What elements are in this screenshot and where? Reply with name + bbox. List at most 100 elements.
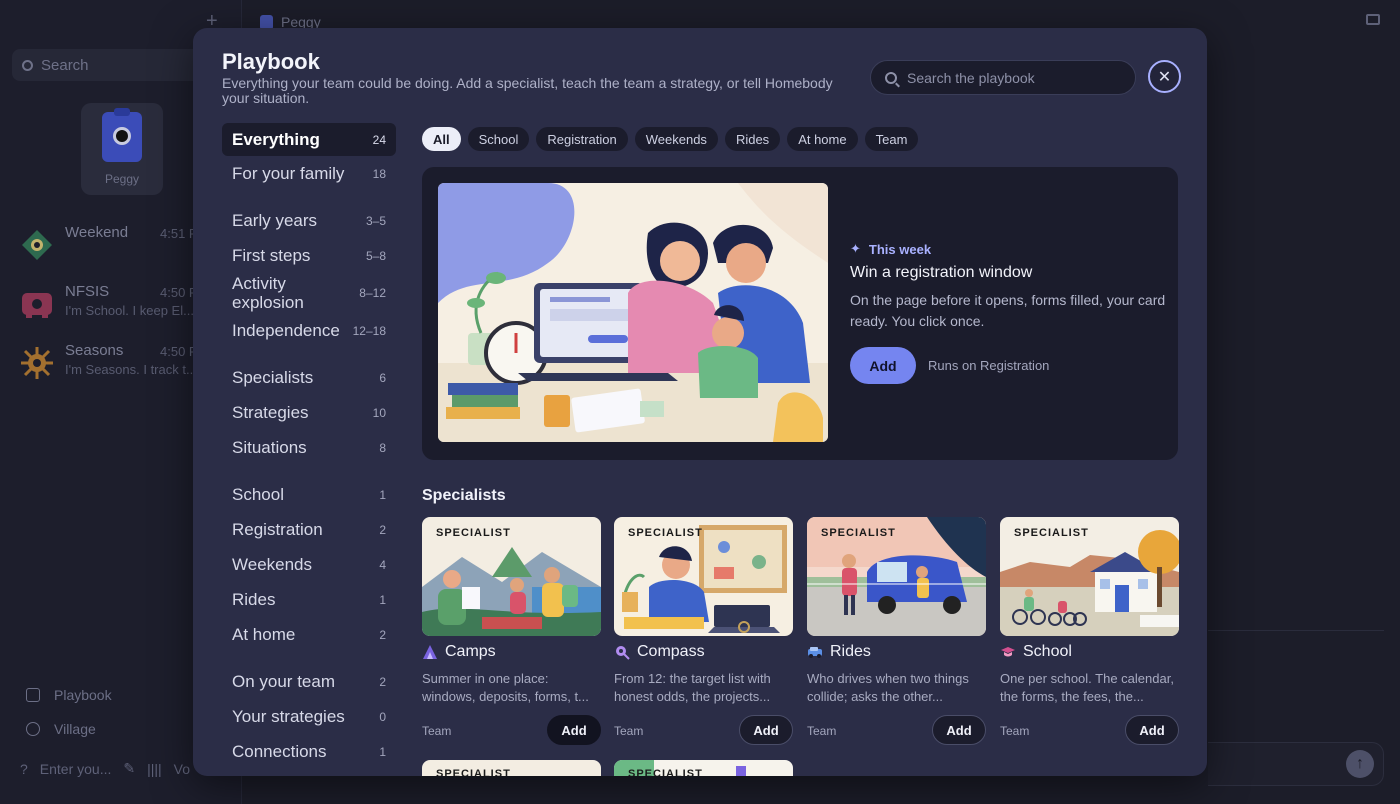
search-icon: [885, 71, 897, 84]
nav-item-on-your-team[interactable]: On your team 2: [222, 664, 396, 699]
nav-item-strategies[interactable]: Strategies 10: [222, 395, 396, 430]
nav-item-label: Weekends: [232, 554, 313, 574]
chat-name: Seasons: [65, 342, 124, 359]
hero-runs-on: Runs on Registration: [928, 358, 1050, 373]
nav-item-weekends[interactable]: Weekends 4: [222, 547, 396, 582]
chat-preview: I'm School. I keep El...: [65, 303, 194, 318]
nav-item-connections[interactable]: Connections 1: [222, 734, 396, 769]
nav-item-label: On your team: [232, 671, 335, 691]
chat-time: 4:50 P: [160, 285, 198, 300]
nav-item-rides[interactable]: Rides 1: [222, 582, 396, 617]
compose-bar[interactable]: ? Enter you... ✎ |||| Vo: [20, 760, 190, 777]
section-title: Specialists: [422, 487, 506, 504]
add-rides-button[interactable]: Add: [932, 715, 986, 745]
chat-item[interactable]: NFSIS 4:50 P I'm School. I keep El...: [20, 283, 220, 329]
pinned-agent-card[interactable]: Peggy: [81, 103, 163, 195]
nav-item-activity-explosion[interactable]: Activity explosion 8–12: [222, 273, 396, 313]
nav-item-count: 2: [379, 674, 386, 689]
add-compass-button[interactable]: Add: [739, 715, 793, 745]
seasons-sun-avatar-icon: [20, 346, 54, 380]
playbook-modal: Playbook Everything your team could be d…: [193, 28, 1207, 776]
playbook-search-input[interactable]: [907, 69, 1117, 86]
specialist-card-peek[interactable]: SPECIALIST: [614, 760, 793, 776]
compose-placeholder: Enter you...: [39, 760, 112, 777]
card-category: Team: [422, 724, 452, 738]
nav-item-everything[interactable]: Everything 24: [222, 123, 396, 156]
voice-wave-icon[interactable]: ||||: [147, 761, 162, 777]
sparkle-icon: ✦: [850, 241, 861, 256]
nav-item-early-years[interactable]: Early years 3–5: [222, 203, 396, 238]
nav-item-for-your-family[interactable]: For your family 18: [222, 156, 396, 191]
edit-icon[interactable]: ✎: [123, 760, 135, 777]
clipboard-icon: [102, 108, 142, 162]
filter-chip-at-home[interactable]: At home: [787, 127, 858, 151]
rides-illustration: SPECIALIST: [807, 517, 986, 636]
specialist-card-camps[interactable]: SPECIALIST Camps Summer in one place: wi…: [422, 517, 601, 749]
nav-item-your-strategies[interactable]: Your strategies 0: [222, 699, 396, 734]
hero-add-button[interactable]: Add: [850, 347, 916, 384]
filter-chip-team[interactable]: Team: [864, 127, 919, 151]
filter-chips: All School Registration Weekends Rides At hom…: [422, 127, 919, 151]
close-button[interactable]: ✕: [1148, 60, 1181, 93]
nav-item-at-home[interactable]: At home 2: [222, 617, 396, 652]
nav-item-count: 8: [379, 440, 386, 455]
chat-item[interactable]: Seasons 4:50 P I'm Seasons. I track t...: [20, 342, 220, 388]
nav-item-count: 2: [379, 522, 386, 537]
specialist-card-school[interactable]: SPECIALIST School One per school. The ca…: [1000, 517, 1179, 749]
filter-chip-all[interactable]: All: [422, 127, 461, 151]
chat-time: 4:50 P: [160, 344, 198, 359]
sidebar-item-playbook[interactable]: Playbook: [26, 687, 112, 703]
chat-item[interactable]: Weekend 4:51 P: [20, 224, 220, 270]
hero-title: Win a registration window: [850, 264, 1033, 281]
nav-item-count: 12–18: [352, 323, 386, 338]
specialist-card-compass[interactable]: SPECIALIST Compass From 12: the target l…: [614, 517, 793, 749]
playbook-search[interactable]: [870, 60, 1136, 95]
book-icon: [26, 688, 40, 702]
card-title-row: School: [1000, 643, 1072, 661]
nav-item-label: Connections: [232, 741, 327, 761]
send-arrow-icon[interactable]: ↑: [1346, 750, 1374, 778]
filter-chip-school[interactable]: School: [467, 127, 530, 151]
chat-time: 4:51 P: [160, 226, 198, 241]
card-title: Rides: [830, 643, 871, 660]
nav-divider: [222, 465, 396, 477]
monitor-icon[interactable]: [1366, 14, 1380, 25]
chat-name: Weekend: [65, 224, 129, 241]
specialist-card-rides[interactable]: SPECIALIST Rides Who drives when two thi…: [807, 517, 986, 749]
card-badge: SPECIALIST: [628, 768, 703, 776]
add-camps-button[interactable]: Add: [547, 715, 601, 745]
filter-chip-weekends[interactable]: Weekends: [634, 127, 718, 151]
nav-item-label: School: [232, 484, 284, 504]
nav-item-count: 24: [372, 132, 386, 147]
card-title: School: [1023, 643, 1072, 660]
nav-item-count: 1: [379, 592, 386, 607]
nav-item-label: Specialists: [232, 367, 314, 387]
nav-item-school[interactable]: School 1: [222, 477, 396, 512]
help-icon[interactable]: ?: [20, 761, 28, 777]
sidebar-item-village[interactable]: Village: [26, 721, 96, 737]
nav-item-label: Strategies: [232, 402, 309, 422]
add-school-button[interactable]: Add: [1125, 715, 1179, 745]
nav-item-count: 6: [379, 370, 386, 385]
nav-item-independence[interactable]: Independence 12–18: [222, 313, 396, 348]
graduation-cap-icon: [1000, 644, 1016, 660]
nav-item-count: 1: [379, 744, 386, 759]
nfsis-avatar-icon: [20, 287, 54, 321]
filter-chip-registration[interactable]: Registration: [536, 127, 628, 151]
filter-chip-rides[interactable]: Rides: [724, 127, 781, 151]
nav-item-count: 10: [372, 405, 386, 420]
nav-item-first-steps[interactable]: First steps 5–8: [222, 238, 396, 273]
nav-item-count: 4: [379, 557, 386, 572]
close-icon: ✕: [1157, 68, 1172, 86]
nav-item-registration[interactable]: Registration 2: [222, 512, 396, 547]
search-icon: [22, 59, 33, 71]
card-category: Team: [614, 724, 644, 738]
nav-item-specialists[interactable]: Specialists 6: [222, 360, 396, 395]
sidebar-search[interactable]: Search: [12, 49, 202, 81]
voice-label: Vo: [173, 760, 191, 777]
card-description: Who drives when two things collide; asks…: [807, 671, 969, 704]
card-title-row: Rides: [807, 643, 871, 661]
specialist-card-peek[interactable]: SPECIALIST: [422, 760, 601, 776]
nav-item-situations[interactable]: Situations 8: [222, 430, 396, 465]
card-description: Summer in one place: windows, deposits, …: [422, 671, 589, 704]
